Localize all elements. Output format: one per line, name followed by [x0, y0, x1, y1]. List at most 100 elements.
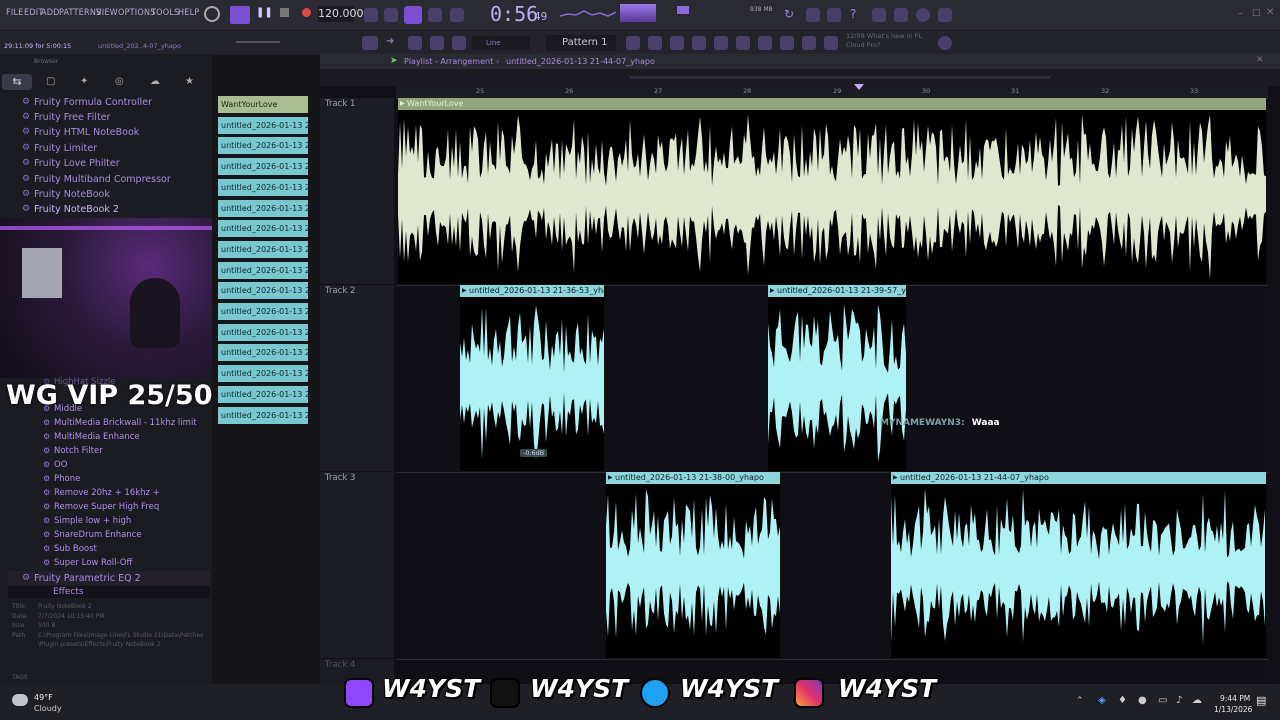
- track-header[interactable]: [320, 472, 394, 658]
- clip-picker-item[interactable]: untitled_2026-01-13 21-: [218, 365, 308, 383]
- performance-icon[interactable]: [802, 36, 816, 50]
- clip-picker-item[interactable]: untitled_2026-01-13 21-: [218, 220, 308, 238]
- browser-files-icon[interactable]: ▢: [46, 76, 55, 87]
- clock-date[interactable]: 1/13/2026: [1214, 705, 1252, 714]
- preset-item[interactable]: OO: [43, 460, 68, 470]
- pattern-song-toggle[interactable]: [230, 6, 250, 24]
- chat-icon[interactable]: [916, 8, 930, 22]
- audio-clip[interactable]: untitled_2026-01-13 21-44-07_yhapo: [891, 472, 1266, 658]
- plugin-item-selected[interactable]: Fruity NoteBook 2: [22, 204, 119, 215]
- plugin-item[interactable]: Fruity Free Filter: [22, 112, 110, 123]
- playlist-icon[interactable]: [362, 36, 378, 50]
- audio-clip[interactable]: untitled_2026-01-13 21-38-00_yhapo: [606, 472, 780, 658]
- master-volume-slider[interactable]: [236, 41, 280, 43]
- preset-item[interactable]: Remove Super High Freq: [43, 502, 159, 512]
- plugin-item[interactable]: Fruity NoteBook: [22, 189, 110, 200]
- close-window-icon[interactable]: ✕: [1266, 7, 1274, 18]
- close-project-icon[interactable]: [806, 8, 820, 22]
- plugin-item[interactable]: Fruity Parametric EQ 2: [22, 573, 141, 584]
- countdown-icon[interactable]: [404, 6, 422, 24]
- clip-picker-item[interactable]: untitled_2026-01-13 21-: [218, 178, 308, 196]
- refresh-icon[interactable]: ↻: [784, 8, 798, 22]
- plugin-item[interactable]: Fruity Limiter: [22, 143, 97, 154]
- clip-picker-item[interactable]: untitled_2026-01-13 21-: [218, 385, 308, 403]
- time-display[interactable]: 0:56: [490, 2, 538, 26]
- news-ticker[interactable]: 12/09 What's new in FL Cloud Pro?: [846, 32, 936, 50]
- cloud-icon[interactable]: [824, 36, 838, 50]
- preset-item[interactable]: Notch Filter: [43, 446, 103, 456]
- maximize-icon[interactable]: □: [1252, 8, 1261, 18]
- pattern-selector[interactable]: Pattern 1: [546, 35, 616, 51]
- fl-cloud-icon[interactable]: [938, 36, 952, 50]
- metronome-icon[interactable]: [364, 8, 378, 22]
- effects-folder[interactable]: Effects: [53, 587, 84, 597]
- browser-icon[interactable]: [714, 36, 728, 50]
- export-icon[interactable]: [938, 8, 952, 22]
- playhead-marker[interactable]: [854, 84, 864, 90]
- plugin-item[interactable]: Fruity HTML NoteBook: [22, 127, 139, 138]
- eq-icon[interactable]: [692, 36, 706, 50]
- tray-chevron-icon[interactable]: ⌃: [1076, 696, 1084, 706]
- clip-picker-item[interactable]: untitled_2026-01-13 21-: [218, 406, 308, 424]
- clip-picker-item[interactable]: untitled_2026-01-13 21-: [218, 344, 308, 362]
- arrow-icon[interactable]: ➜: [386, 36, 400, 50]
- preset-item[interactable]: HighHat Sizzle: [43, 377, 116, 387]
- snap-selector[interactable]: Line: [472, 36, 530, 50]
- clip-picker-item[interactable]: untitled_2026-01-13 21-: [218, 261, 308, 279]
- clip-picker-item[interactable]: untitled_2026-01-13 21-: [218, 116, 308, 134]
- menu-view[interactable]: VIEW: [96, 8, 118, 18]
- mixer-icon[interactable]: [670, 36, 684, 50]
- clock-time[interactable]: 9:44 PM: [1220, 694, 1250, 703]
- minimize-icon[interactable]: –: [1238, 8, 1243, 19]
- timeline-ruler[interactable]: [396, 86, 1268, 98]
- audio-clip[interactable]: untitled_2026-01-13 21-39-57_yhapo: [768, 285, 906, 471]
- tempo-display[interactable]: 120.000: [318, 6, 364, 22]
- menu-file[interactable]: FILE: [6, 8, 23, 18]
- clip-picker-item[interactable]: untitled_2026-01-13 21-: [218, 137, 308, 155]
- preset-item[interactable]: Remove 20hz + 16khz +: [43, 488, 160, 498]
- track-header[interactable]: [320, 98, 394, 284]
- preset-item[interactable]: Super Low Roll-Off: [43, 558, 132, 568]
- preset-item[interactable]: Simple low + high: [43, 516, 131, 526]
- save-icon[interactable]: [872, 8, 886, 22]
- preset-item[interactable]: Middle: [43, 404, 82, 414]
- help-icon[interactable]: ?: [850, 8, 864, 22]
- browser-cloud-icon[interactable]: ☁: [150, 76, 160, 87]
- tray-volume-icon[interactable]: ♪: [1176, 695, 1182, 706]
- magnet-icon[interactable]: [452, 36, 466, 50]
- pause-icon[interactable]: ❚❚: [256, 7, 273, 21]
- tray-cloud-icon[interactable]: ☁: [1192, 695, 1202, 706]
- browser-all-tab[interactable]: ⇆: [2, 74, 32, 90]
- track-header[interactable]: [320, 285, 394, 471]
- tray-app-icon[interactable]: ♦: [1118, 695, 1127, 706]
- loop-record-icon[interactable]: [450, 8, 464, 22]
- plugin-item[interactable]: Fruity Multiband Compressor: [22, 174, 171, 185]
- tray-sync-icon[interactable]: ◈: [1098, 695, 1106, 706]
- audio-clip[interactable]: untitled_2026-01-13 21-36-53_yhapo -0.6d…: [460, 285, 604, 471]
- clip-picker-item[interactable]: untitled_2026-01-13 21-: [218, 240, 308, 258]
- step-edit-icon[interactable]: [428, 8, 442, 22]
- piano-roll-icon[interactable]: [626, 36, 640, 50]
- channel-rack-icon[interactable]: [648, 36, 662, 50]
- preset-item[interactable]: MultiMedia Brickwall - 11khz limit: [43, 418, 197, 428]
- menu-options[interactable]: OPTIONS: [118, 8, 156, 18]
- record-icon[interactable]: [302, 8, 311, 17]
- stop-icon[interactable]: [280, 8, 289, 17]
- notification-icon[interactable]: ▤: [1256, 694, 1266, 707]
- pencil-icon[interactable]: [408, 36, 422, 50]
- preset-item[interactable]: MultiMedia Enhance: [43, 432, 140, 442]
- menu-add[interactable]: ADD: [41, 8, 60, 18]
- playlist-close-icon[interactable]: ✕: [1256, 55, 1264, 65]
- clip-picker-item[interactable]: untitled_2026-01-13 21-: [218, 158, 308, 176]
- clip-picker-item[interactable]: untitled_2026-01-13 21-: [218, 323, 308, 341]
- browser-instruments-icon[interactable]: ◎: [115, 76, 124, 87]
- preset-item[interactable]: Phone: [43, 474, 80, 484]
- clip-picker-item[interactable]: untitled_2026-01-13 21-: [218, 199, 308, 217]
- horizontal-scrollbar[interactable]: [630, 76, 1050, 79]
- menu-help[interactable]: HELP: [178, 8, 199, 18]
- browser-favorites-icon[interactable]: ★: [185, 76, 194, 87]
- clip-picker-item[interactable]: untitled_2026-01-13 21-: [218, 303, 308, 320]
- tray-mic-icon[interactable]: ●: [1138, 695, 1147, 706]
- plugin-item[interactable]: Fruity Formula Controller: [22, 97, 152, 108]
- preset-item[interactable]: Sub Boost: [43, 544, 97, 554]
